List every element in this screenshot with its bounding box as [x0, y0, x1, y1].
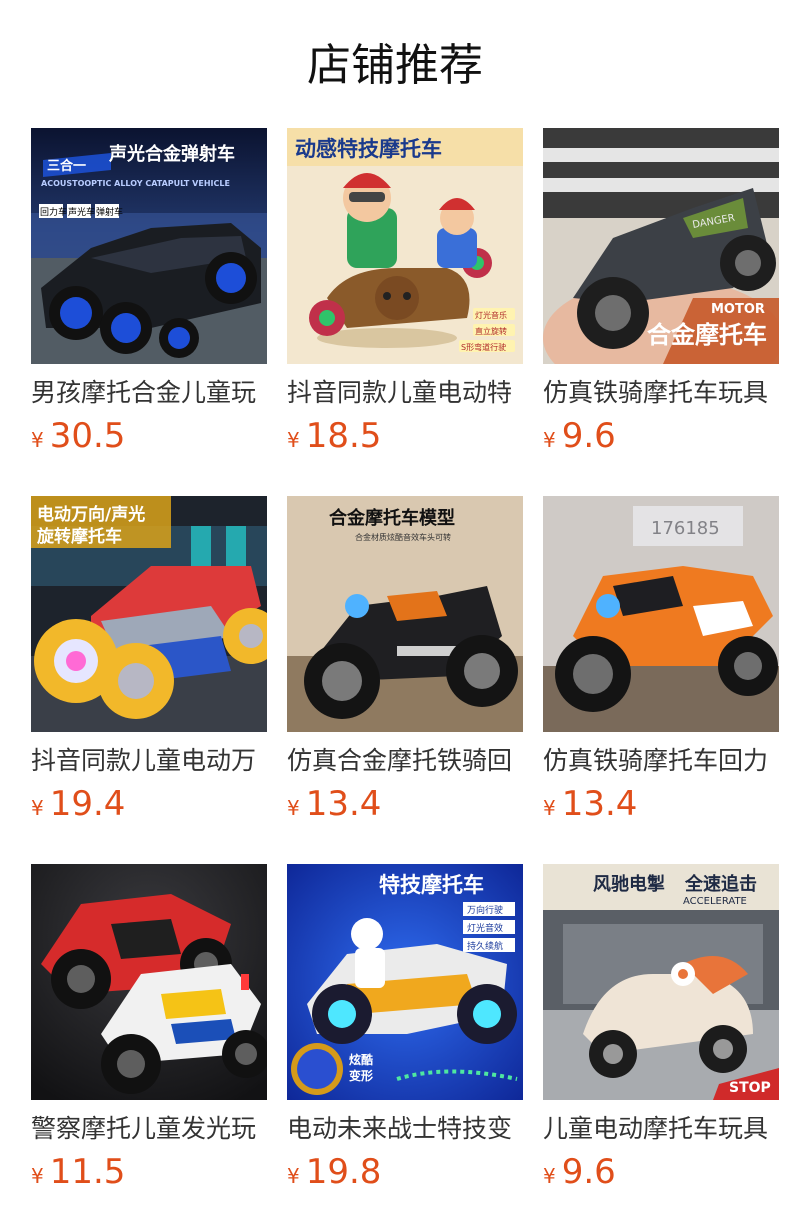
price-value: 30.5 [49, 416, 126, 456]
price-row: ¥9.6 [543, 414, 616, 458]
product-card[interactable]: DANGER MOTOR 合金摩托车 仿真铁骑摩托车玩具 ¥9.6 [543, 128, 779, 496]
svg-text:持久续航: 持久续航 [467, 940, 503, 952]
svg-text:弹射车: 弹射车 [96, 206, 123, 218]
svg-text:灯光音乐: 灯光音乐 [475, 310, 507, 320]
price-row: ¥19.4 [31, 782, 125, 826]
svg-text:回力车: 回力车 [40, 206, 67, 218]
product-card[interactable]: 特技摩托车 万向行驶 灯光音效 持久续航 炫酷 变形 电动未来战士特技变 ¥ 1… [287, 864, 523, 1232]
product-image-svg: 三合一 声光合金弹射车 ACOUSTOOPTIC ALLOY CATAPULT … [31, 128, 267, 364]
svg-text:风驰电掣: 风驰电掣 [593, 873, 665, 895]
svg-text:动感特技摩托车: 动感特技摩托车 [295, 137, 442, 161]
price-value: 19.4 [49, 784, 126, 824]
price-value: 11.5 [49, 1152, 126, 1192]
svg-text:S形弯道行驶: S形弯道行驶 [461, 342, 506, 352]
currency-symbol: ¥ [543, 428, 556, 452]
product-title[interactable]: 仿真铁骑摩托车回力 [543, 744, 779, 778]
page-title: 店铺推荐 [307, 40, 483, 91]
svg-text:176185: 176185 [651, 518, 720, 539]
product-card[interactable]: 三合一 声光合金弹射车 ACOUSTOOPTIC ALLOY CATAPULT … [31, 128, 267, 496]
price-value: 9.6 [561, 416, 616, 456]
product-image-svg: 动感特技摩托车 灯光音乐 直立旋转 S形弯道行驶 [287, 128, 523, 364]
price-row: ¥13.4 [543, 782, 637, 826]
svg-text:旋转摩托车: 旋转摩托车 [36, 526, 122, 547]
product-card[interactable]: 电动万向/声光 旋转摩托车 抖音同款儿童电动万 ¥19.4 [31, 496, 267, 864]
product-title[interactable]: 男孩摩托合金儿童玩 [31, 376, 267, 410]
product-title[interactable]: 电动未来战士特技变 [287, 1112, 523, 1146]
svg-text:三合一: 三合一 [47, 158, 86, 174]
product-image-svg: DANGER MOTOR 合金摩托车 [543, 128, 779, 364]
svg-text:声光合金弹射车: 声光合金弹射车 [108, 143, 235, 165]
price-row: ¥30.5 [31, 414, 125, 458]
currency-symbol: ¥ [31, 428, 44, 452]
svg-text:全速追击: 全速追击 [684, 873, 757, 895]
product-image[interactable]: 三合一 声光合金弹射车 ACOUSTOOPTIC ALLOY CATAPULT … [31, 128, 267, 364]
currency-symbol: ¥ [287, 1164, 300, 1188]
product-image[interactable]: 风驰电掣 全速追击 ACCELERATE STOP [543, 864, 779, 1100]
price-value: 9.6 [561, 1152, 616, 1192]
product-title[interactable]: 警察摩托儿童发光玩 [31, 1112, 267, 1146]
svg-text:特技摩托车: 特技摩托车 [379, 873, 484, 897]
product-image[interactable]: 合金摩托车模型 合金材质炫酷音效车头可转 [287, 496, 523, 732]
price-row: ¥13.4 [287, 782, 381, 826]
product-grid: 三合一 声光合金弹射车 ACOUSTOOPTIC ALLOY CATAPULT … [31, 128, 779, 1232]
svg-text:万向行驶: 万向行驶 [467, 904, 503, 916]
svg-text:灯光音效: 灯光音效 [467, 922, 503, 934]
currency-symbol: ¥ [31, 1164, 44, 1188]
price-value: 13.4 [561, 784, 638, 824]
price-value: 13.4 [305, 784, 382, 824]
product-card[interactable]: 警察摩托儿童发光玩 ¥11.5 [31, 864, 267, 1232]
product-image[interactable]: 176185 [543, 496, 779, 732]
currency-symbol: ¥ [31, 796, 44, 820]
price-value: 18.5 [305, 416, 382, 456]
product-image[interactable]: 特技摩托车 万向行驶 灯光音效 持久续航 炫酷 变形 [287, 864, 523, 1100]
svg-text:合金摩托车模型: 合金摩托车模型 [329, 507, 455, 529]
product-card[interactable]: 176185 仿真铁骑摩托车回力 ¥13.4 [543, 496, 779, 864]
svg-text:合金摩托车: 合金摩托车 [647, 321, 767, 349]
product-image[interactable]: DANGER MOTOR 合金摩托车 [543, 128, 779, 364]
price-row: ¥18.5 [287, 414, 381, 458]
svg-text:STOP: STOP [729, 1080, 771, 1096]
product-card[interactable]: 动感特技摩托车 灯光音乐 直立旋转 S形弯道行驶 抖音同款儿童电动特 ¥ 18.… [287, 128, 523, 496]
svg-text:直立旋转: 直立旋转 [475, 326, 507, 336]
product-image-svg: 176185 [543, 496, 779, 732]
svg-text:炫酷: 炫酷 [349, 1052, 373, 1067]
product-title[interactable]: 儿童电动摩托车玩具 [543, 1112, 779, 1146]
svg-text:电动万向/声光: 电动万向/声光 [37, 504, 145, 525]
price-row: ¥19.8 [287, 1150, 381, 1194]
product-title[interactable]: 仿真合金摩托铁骑回 [287, 744, 523, 778]
svg-text:声光车: 声光车 [68, 206, 95, 218]
product-image-svg: 合金摩托车模型 合金材质炫酷音效车头可转 [287, 496, 523, 732]
product-image-svg: 风驰电掣 全速追击 ACCELERATE STOP [543, 864, 779, 1100]
product-title[interactable]: 抖音同款儿童电动万 [31, 744, 267, 778]
currency-symbol: ¥ [287, 428, 300, 452]
svg-text:合金材质炫酷音效车头可转: 合金材质炫酷音效车头可转 [355, 532, 451, 542]
product-image[interactable]: 动感特技摩托车 灯光音乐 直立旋转 S形弯道行驶 [287, 128, 523, 364]
product-image-svg: 电动万向/声光 旋转摩托车 [31, 496, 267, 732]
currency-symbol: ¥ [543, 796, 556, 820]
svg-text:变形: 变形 [349, 1068, 373, 1083]
svg-text:MOTOR: MOTOR [711, 302, 765, 317]
product-card[interactable]: 合金摩托车模型 合金材质炫酷音效车头可转 仿真合金摩托铁骑回 ¥13.4 [287, 496, 523, 864]
currency-symbol: ¥ [543, 1164, 556, 1188]
product-card[interactable]: 风驰电掣 全速追击 ACCELERATE STOP 儿童电动摩托车玩具 ¥9.6 [543, 864, 779, 1232]
product-image-svg: 特技摩托车 万向行驶 灯光音效 持久续航 炫酷 变形 [287, 864, 523, 1100]
price-row: ¥9.6 [543, 1150, 616, 1194]
currency-symbol: ¥ [287, 796, 300, 820]
product-title[interactable]: 抖音同款儿童电动特 [287, 376, 523, 410]
product-image[interactable]: 电动万向/声光 旋转摩托车 [31, 496, 267, 732]
product-image-svg [31, 864, 267, 1100]
svg-text:ACOUSTOOPTIC ALLOY CATAPULT VE: ACOUSTOOPTIC ALLOY CATAPULT VEHICLE [41, 179, 230, 188]
product-image[interactable] [31, 864, 267, 1100]
price-value: 19.8 [305, 1152, 382, 1192]
price-row: ¥11.5 [31, 1150, 125, 1194]
svg-text:ACCELERATE: ACCELERATE [683, 896, 747, 907]
product-title[interactable]: 仿真铁骑摩托车玩具 [543, 376, 779, 410]
